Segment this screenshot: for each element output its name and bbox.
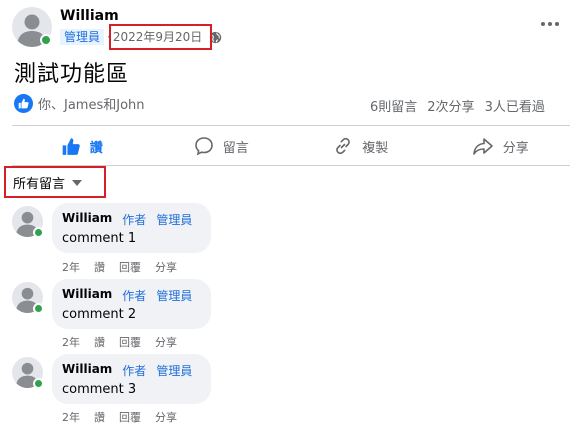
comment-reply-link[interactable]: 回覆 [119,259,141,275]
comment-text: comment 2 [62,307,137,322]
comment-reply-link[interactable]: 回覆 [119,409,141,425]
comment-time[interactable]: 2年 [62,409,80,425]
author-tag: 作者 [122,213,147,227]
post-text: 測試功能區 [14,62,130,87]
post-author-name[interactable]: William [60,8,119,24]
post-stats: 6則留言 2次分享 3人已看過 [370,96,545,115]
reactions-summary[interactable]: 你、James和John [14,94,145,113]
comment-bubble: William 作者 管理員 comment 1 [52,203,211,253]
reaction-names: 你、James和John [38,98,145,113]
comment-share-link[interactable]: 分享 [155,334,177,350]
online-status-dot [40,34,52,46]
online-status-dot [33,378,44,389]
comment-actions: 2年 讚 回覆 分享 [62,259,177,275]
comment-bubble: William 作者 管理員 comment 3 [52,354,211,404]
copy-button[interactable]: 複製 [291,127,431,165]
online-status-dot [33,303,44,314]
comment-sort-dropdown[interactable]: 所有留言 [4,166,106,198]
post-action-bar: 讚 留言 複製 分享 [12,127,570,165]
comment-text: comment 1 [62,231,137,246]
speech-bubble-icon [194,137,213,156]
divider-top [12,125,570,126]
comment-share-link[interactable]: 分享 [155,259,177,275]
link-icon [336,137,351,155]
comment-time[interactable]: 2年 [62,259,80,275]
share-button-label: 分享 [502,140,529,156]
admin-tag: 管理員 [156,213,193,227]
comment-count[interactable]: 6則留言 [370,96,417,115]
comment-reply-link[interactable]: 回覆 [119,334,141,350]
copy-button-label: 複製 [362,140,389,156]
author-tag: 作者 [122,364,147,378]
comment-actions: 2年 讚 回覆 分享 [62,334,177,350]
comment-time[interactable]: 2年 [62,334,80,350]
comment-author[interactable]: William [62,362,112,379]
online-status-dot [33,227,44,238]
author-tag: 作者 [122,289,147,303]
comment-actions: 2年 讚 回覆 分享 [62,409,177,425]
share-count[interactable]: 2次分享 [427,96,474,115]
share-button[interactable]: 分享 [431,127,571,165]
more-options-icon[interactable] [541,22,559,26]
admin-tag: 管理員 [156,364,193,378]
comment-sort-label: 所有留言 [13,176,66,192]
admin-role-badge: 管理員 [60,29,105,45]
seen-count[interactable]: 3人已看過 [485,96,545,115]
caret-down-icon [72,180,83,186]
comment-like-link[interactable]: 讚 [94,259,105,275]
comment-like-link[interactable]: 讚 [94,334,105,350]
comment-author[interactable]: William [62,211,112,228]
comment-like-link[interactable]: 讚 [94,409,105,425]
comment-author[interactable]: William [62,287,112,304]
comment-bubble: William 作者 管理員 comment 2 [52,279,211,329]
date-highlight-box [109,24,212,50]
admin-tag: 管理員 [156,289,193,303]
comment-button[interactable]: 留言 [152,127,292,165]
like-button[interactable]: 讚 [12,127,152,165]
comment-text: comment 3 [62,382,137,397]
thumbs-up-icon [62,137,80,155]
comment-share-link[interactable]: 分享 [155,409,177,425]
like-reaction-icon [14,94,33,113]
comment-button-label: 留言 [222,140,249,156]
like-button-label: 讚 [89,140,103,156]
share-arrow-icon [472,138,493,155]
